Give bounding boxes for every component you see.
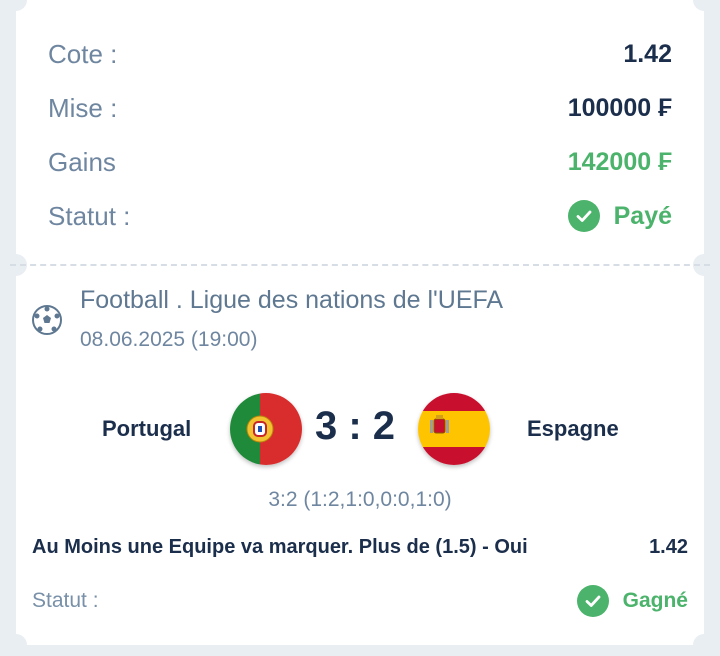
score-detail: 3:2 (1:2,1:0,0:0,1:0) [268, 488, 452, 511]
check-circle-icon [576, 585, 609, 617]
check-circle-icon [567, 200, 600, 232]
stake-row: Mise : 100000 ₣ [48, 88, 672, 128]
spain-flag-icon [418, 393, 490, 465]
stake-label: Mise : [48, 92, 118, 123]
status-value: Payé [613, 201, 672, 230]
away-team-name: Espagne [527, 416, 619, 441]
odds-value: 1.42 [623, 39, 672, 68]
status-paid: Payé [567, 200, 672, 232]
ticket-notch [5, 634, 27, 656]
market-description: Au Moins une Equipe va marquer. Plus de … [32, 536, 528, 558]
market-odds: 1.42 [649, 536, 688, 558]
event-status-row: Statut : Gagné [32, 582, 688, 620]
ticket-notch [693, 634, 715, 656]
status-won: Gagné [576, 585, 688, 617]
home-team-name: Portugal [102, 416, 192, 441]
event-status-label: Statut : [32, 589, 99, 612]
winnings-value: 142000 ₣ [567, 147, 672, 176]
match-datetime: 08.06.2025 (19:00) [80, 328, 258, 351]
soccer-ball-icon [32, 305, 62, 335]
event-status-value: Gagné [622, 589, 688, 612]
status-label: Statut : [48, 200, 131, 231]
odds-label: Cote : [48, 38, 118, 69]
league-name: Football . Ligue des nations de l'UEFA [80, 286, 504, 314]
winnings-label: Gains [48, 146, 116, 177]
bet-market-row: Au Moins une Equipe va marquer. Plus de … [32, 536, 688, 559]
odds-row: Cote : 1.42 [48, 34, 672, 74]
portugal-flag-icon [230, 393, 302, 465]
ticket-divider [10, 264, 710, 266]
winnings-row: Gains 142000 ₣ [48, 142, 672, 182]
match-score: 3 : 2 [314, 404, 396, 448]
status-row: Statut : Payé [48, 196, 672, 236]
stake-value: 100000 ₣ [567, 93, 672, 122]
